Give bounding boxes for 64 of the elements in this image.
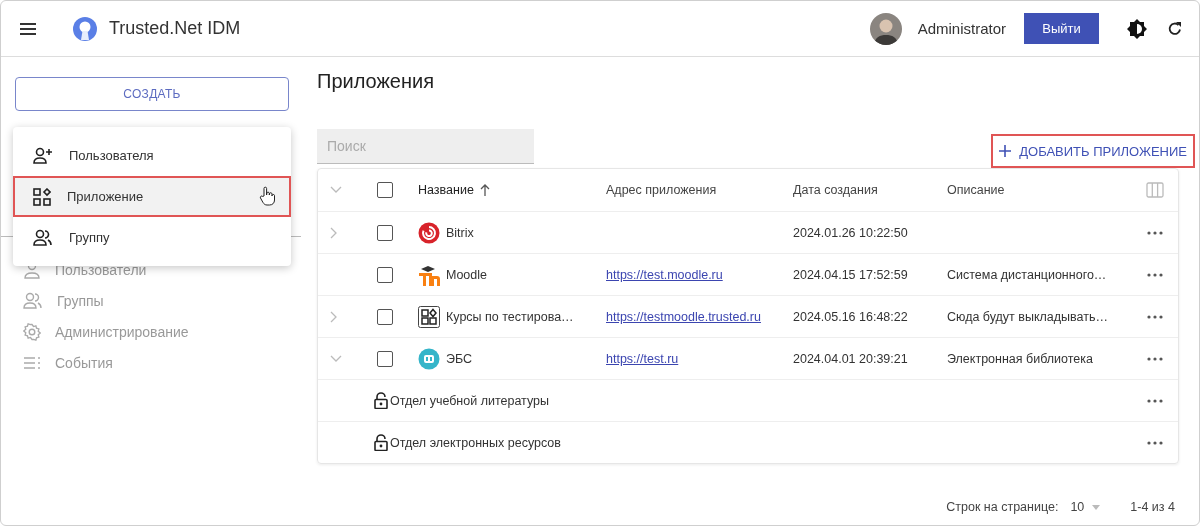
create-button[interactable]: СОЗДАТЬ: [15, 77, 289, 111]
link[interactable]: https://test.moodle.ru: [606, 267, 723, 282]
refresh-icon[interactable]: [1167, 20, 1183, 37]
checkbox[interactable]: [377, 182, 393, 198]
checkbox[interactable]: [377, 350, 393, 367]
menu-icon[interactable]: [19, 21, 37, 36]
group-icon: [33, 228, 53, 247]
brightness-icon[interactable]: [1127, 18, 1147, 39]
more-icon[interactable]: [1146, 271, 1164, 278]
checkbox[interactable]: [377, 266, 393, 283]
table-cell: Отдел учебной литературы: [390, 393, 550, 408]
hand-cursor-icon: [259, 186, 275, 206]
sort-arrow-icon: [479, 184, 490, 196]
menu-item[interactable]: Пользователя: [13, 135, 291, 176]
search-field[interactable]: Поиск: [317, 129, 534, 164]
app-logo: [418, 263, 440, 286]
column-header[interactable]: Название: [418, 183, 474, 197]
app-logo: [418, 221, 440, 244]
app-title: Trusted.Net IDM: [109, 18, 241, 39]
group-icon: [23, 291, 43, 310]
table-cell: Электронная библиотека: [947, 351, 1093, 366]
table-cell: 2024.04.15 17:52:59: [793, 267, 908, 282]
more-icon[interactable]: [1146, 439, 1164, 446]
lock-icon: [374, 434, 388, 451]
table-cell: Курсы по тестирова…: [446, 309, 574, 324]
settings-icon: [23, 322, 41, 341]
more-icon[interactable]: [1146, 355, 1164, 362]
column-header[interactable]: Адрес приложения: [606, 183, 717, 197]
apps-icon: [33, 187, 51, 206]
add-user-icon: [33, 146, 53, 165]
avatar[interactable]: [869, 12, 902, 45]
table-cell: Bitrix: [446, 225, 474, 240]
checkbox[interactable]: [377, 224, 393, 241]
checkbox[interactable]: [377, 308, 393, 325]
more-icon[interactable]: [1146, 229, 1164, 236]
more-icon[interactable]: [1146, 313, 1164, 320]
plus-icon: [999, 145, 1012, 157]
logo-icon: [73, 16, 97, 41]
user-name: Administrator: [917, 20, 1006, 37]
app-logo: [418, 347, 440, 370]
page-title: Приложения: [317, 69, 435, 94]
link[interactable]: https://test.ru: [606, 351, 679, 366]
column-header[interactable]: Дата создания: [793, 183, 878, 197]
table-cell: Отдел электронных ресурсов: [390, 435, 561, 450]
menu-item[interactable]: Группу: [13, 217, 291, 258]
column-header[interactable]: Описание: [947, 183, 1005, 197]
table-cell: 2024.04.01 20:39:21: [793, 351, 908, 366]
table-cell: Moodle: [446, 267, 487, 282]
logout-button[interactable]: Выйти: [1024, 13, 1099, 44]
table-cell: 2024.05.16 16:48:22: [793, 309, 908, 324]
table-cell: ЭБС: [446, 351, 473, 366]
link[interactable]: https://testmoodle.trusted.ru: [606, 309, 761, 324]
lock-icon: [374, 392, 388, 409]
rows-per-page-select[interactable]: 10: [1070, 500, 1085, 514]
rows-per-page-label: Строк на странице:: [946, 500, 1059, 514]
table-cell: Система дистанционного…: [947, 267, 1107, 282]
list-icon: [23, 355, 41, 370]
more-icon[interactable]: [1146, 397, 1164, 404]
menu-item[interactable]: Приложение: [13, 176, 291, 217]
page-range: 1-4 из 4: [1130, 500, 1175, 514]
table-cell: Сюда будут выкладывать…: [947, 309, 1108, 324]
table-cell: 2024.01.26 10:22:50: [793, 225, 908, 240]
app-logo: [418, 305, 440, 328]
add-app-button[interactable]: ДОБАВИТЬ ПРИЛОЖЕНИЕ: [991, 134, 1195, 168]
